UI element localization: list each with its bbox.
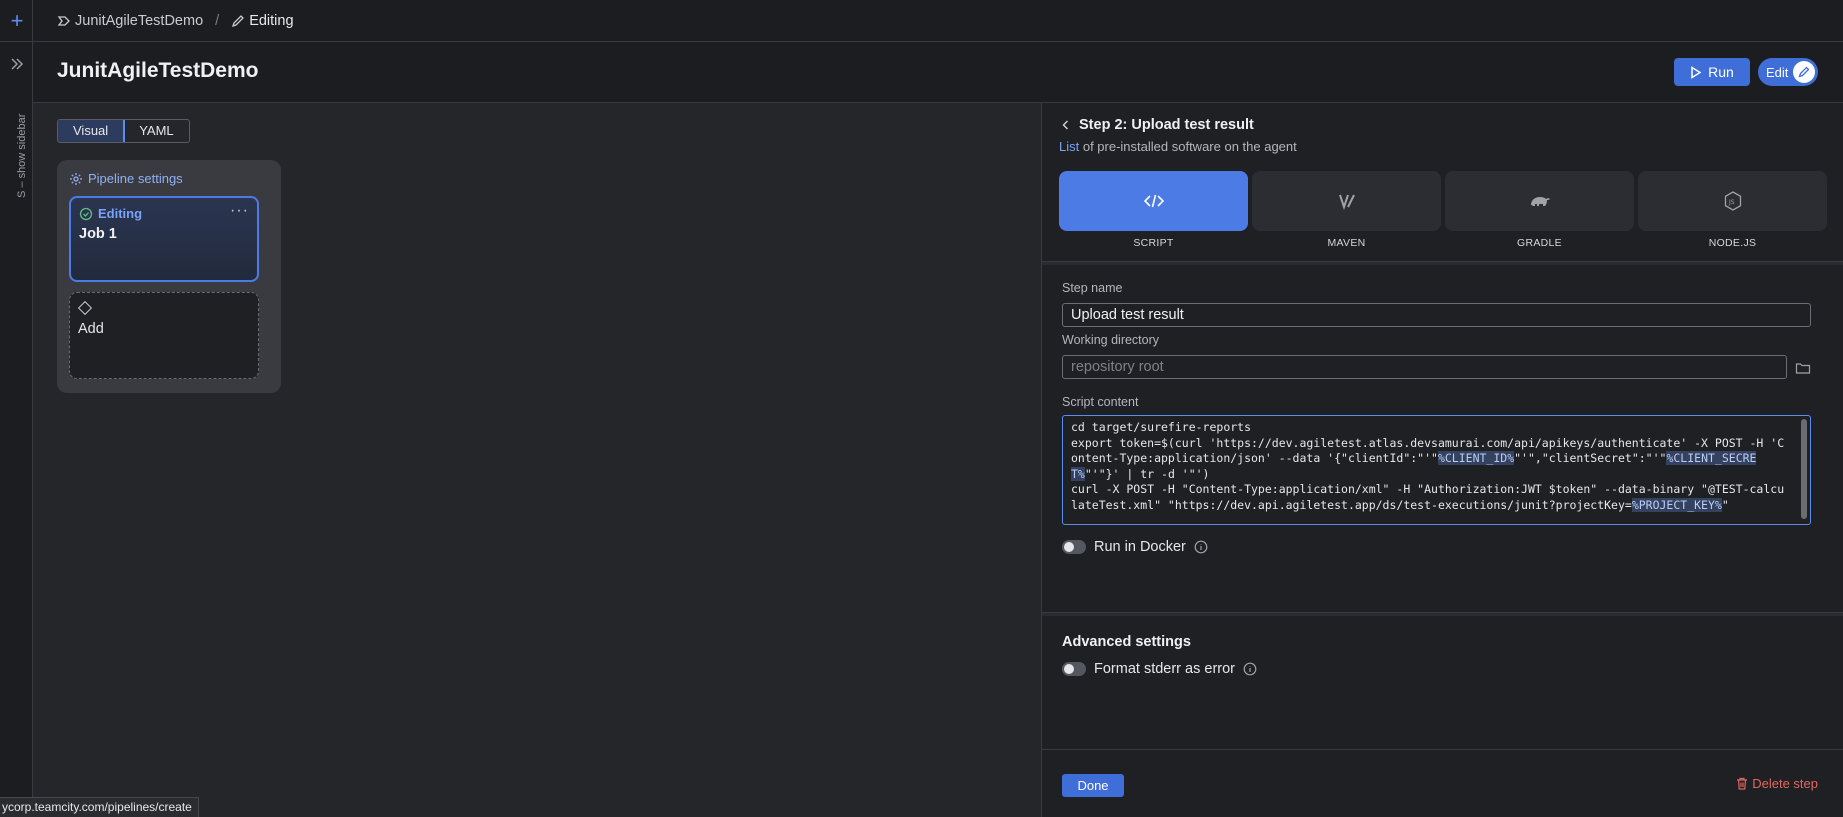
breadcrumb-separator: / [215, 12, 220, 29]
pipeline-canvas: Visual YAML Pipeline settings Editing ··… [33, 103, 1041, 817]
software-list-link[interactable]: List [1059, 139, 1079, 154]
pipeline-settings-label: Pipeline settings [88, 171, 183, 186]
tab-visual[interactable]: Visual [57, 120, 126, 142]
done-button[interactable]: Done [1062, 774, 1124, 797]
maven-icon [1252, 171, 1441, 231]
gear-icon [70, 172, 82, 185]
pipeline-icon [57, 15, 70, 26]
runner-nodejs[interactable]: JS NODE.JS [1638, 171, 1827, 249]
section-divider [1042, 261, 1843, 265]
advanced-settings-title: Advanced settings [1062, 634, 1191, 650]
script-parameter: %CLIENT_ID% [1437, 451, 1515, 465]
check-circle-icon [79, 207, 93, 220]
script-parameter: %PROJECT_KEY% [1631, 497, 1722, 512]
nodejs-icon: JS [1638, 171, 1827, 231]
trash-icon [1737, 777, 1748, 790]
gradle-icon [1445, 171, 1634, 231]
section-divider [1042, 612, 1843, 616]
status-url: ycorp.teamcity.com/pipelines/create [0, 797, 199, 817]
step-name-label: Step name [1062, 281, 1123, 295]
job-name: Job 1 [79, 226, 117, 242]
plus-icon[interactable]: + [7, 10, 27, 32]
chevron-left-icon[interactable] [1061, 119, 1071, 131]
folder-icon[interactable] [1795, 361, 1811, 375]
step-settings-panel: Step 2: Upload test result List of pre-i… [1041, 103, 1843, 817]
play-icon [1691, 65, 1702, 79]
script-line: cd target/surefire-reports [1071, 420, 1252, 434]
runner-gradle[interactable]: GRADLE [1445, 171, 1634, 249]
more-icon[interactable]: ··· [230, 202, 249, 220]
step-subtitle: List of pre-installed software on the ag… [1059, 139, 1297, 154]
scrollbar[interactable] [1801, 419, 1807, 519]
runner-label: MAVEN [1327, 237, 1366, 249]
view-switcher: Visual YAML [57, 119, 190, 143]
edit-toggle[interactable]: Edit [1758, 58, 1818, 86]
run-in-docker-toggle[interactable] [1062, 540, 1086, 554]
edit-toggle-label: Edit [1766, 64, 1789, 80]
run-in-docker-label: Run in Docker [1094, 539, 1186, 555]
step-title: Step 2: Upload test result [1079, 117, 1254, 133]
runner-label: NODE.JS [1708, 237, 1757, 249]
runner-maven[interactable]: MAVEN [1252, 171, 1441, 249]
runner-selector: SCRIPT MAVEN GRADLE JS NODE.JS [1059, 171, 1827, 249]
pencil-icon [1793, 61, 1815, 83]
script-line: " [1721, 497, 1729, 512]
format-stderr-label: Format stderr as error [1094, 661, 1235, 677]
script-line: "'"}' | tr -d '"') [1084, 466, 1210, 481]
add-job-card[interactable]: Add [69, 292, 259, 379]
diamond-icon [77, 300, 93, 316]
breadcrumb-current-label: Editing [249, 12, 294, 29]
show-sidebar-hint[interactable]: S – show sidebar [16, 114, 28, 198]
step-subtitle-text: of pre-installed software on the agent [1079, 139, 1297, 154]
footer-divider [1042, 749, 1843, 750]
breadcrumb-project-label: JunitAgileTestDemo [75, 12, 204, 29]
job-status: Editing [79, 206, 142, 221]
script-line: "'","clientSecret":"'" [1514, 451, 1667, 465]
breadcrumb-project[interactable]: JunitAgileTestDemo [57, 13, 203, 29]
double-chevron-right-icon[interactable] [8, 55, 26, 73]
page-title: JunitAgileTestDemo [57, 59, 259, 82]
run-in-docker-row: Run in Docker [1062, 539, 1208, 555]
pencil-icon [232, 14, 245, 27]
job-card[interactable]: Editing ··· Job 1 [69, 196, 259, 282]
pipeline-settings-link[interactable]: Pipeline settings [69, 171, 183, 186]
breadcrumb: JunitAgileTestDemo / Editing [33, 0, 1843, 42]
working-directory-label: Working directory [1062, 333, 1160, 347]
format-stderr-toggle[interactable] [1062, 662, 1086, 676]
run-button[interactable]: Run [1674, 58, 1750, 86]
job-status-label: Editing [98, 206, 143, 221]
add-label: Add [78, 321, 104, 337]
step-header: Step 2: Upload test result [1061, 117, 1254, 133]
run-button-label: Run [1708, 64, 1734, 80]
svg-text:JS: JS [1728, 199, 1735, 206]
runner-label: GRADLE [1517, 237, 1562, 249]
info-icon[interactable] [1194, 540, 1208, 554]
script-editor[interactable]: cd target/surefire-reports export token=… [1062, 415, 1811, 525]
pipeline-card: Pipeline settings Editing ··· Job 1 Add [57, 160, 281, 393]
step-name-input[interactable]: Upload test result [1062, 303, 1811, 327]
breadcrumb-current: Editing [231, 12, 294, 29]
delete-step-label: Delete step [1752, 776, 1818, 791]
script-content-label: Script content [1062, 395, 1139, 409]
format-stderr-row: Format stderr as error [1062, 661, 1257, 677]
info-icon[interactable] [1243, 662, 1257, 676]
tab-yaml[interactable]: YAML [124, 120, 188, 142]
code-icon [1059, 171, 1248, 231]
left-rail: + S – show sidebar [0, 0, 33, 817]
delete-step-button[interactable]: Delete step [1736, 776, 1818, 791]
divider [0, 41, 33, 42]
working-directory-input[interactable]: repository root [1062, 355, 1787, 379]
runner-script[interactable]: SCRIPT [1059, 171, 1248, 249]
runner-label: SCRIPT [1133, 237, 1174, 249]
page-header: JunitAgileTestDemo Run Edit [33, 42, 1843, 103]
